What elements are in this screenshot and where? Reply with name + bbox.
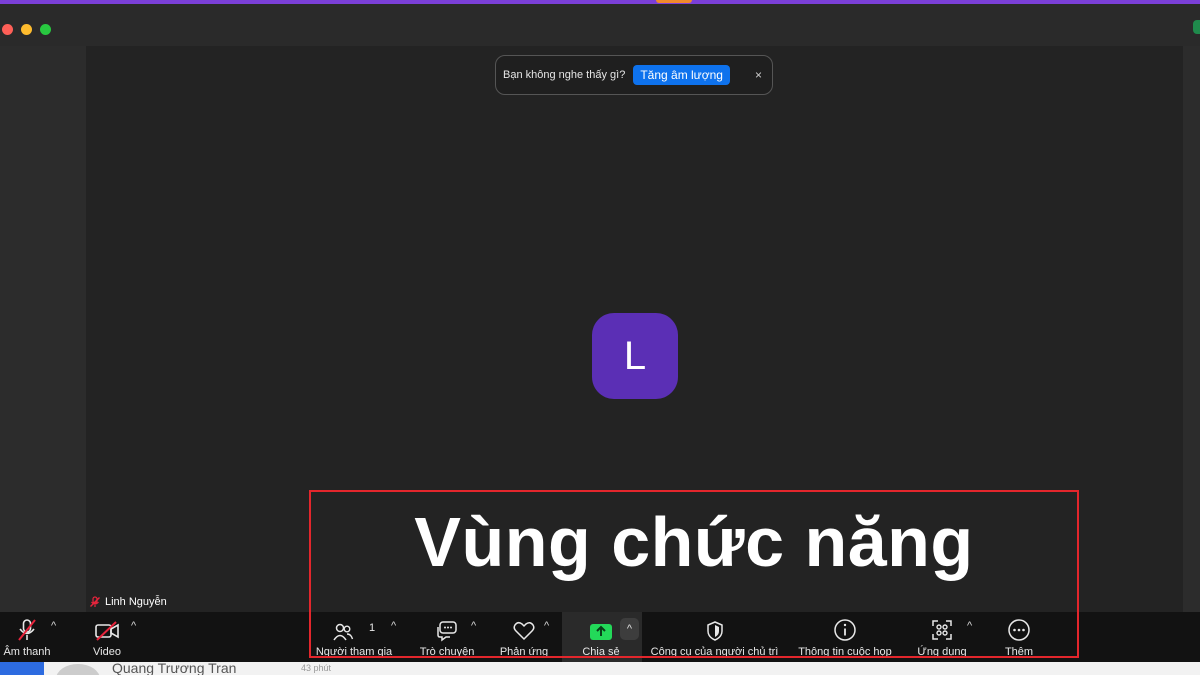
audio-options-caret[interactable]: ^: [51, 620, 56, 632]
maximize-window-button[interactable]: [40, 24, 51, 35]
host-tools-button[interactable]: Công cụ của người chủ trì: [648, 612, 781, 662]
apps-button[interactable]: Ứng dụng: [916, 612, 968, 662]
chat-button[interactable]: Trò chuyện: [418, 612, 476, 662]
close-window-button[interactable]: [2, 24, 13, 35]
reactions-options-caret[interactable]: ^: [544, 620, 549, 632]
host-tools-label: Công cụ của người chủ trì: [650, 646, 779, 658]
minimize-window-button[interactable]: [21, 24, 32, 35]
participant-name-tag: Linh Nguyễn: [89, 596, 167, 608]
share-label: Chia sẻ: [582, 646, 620, 658]
meeting-info-button[interactable]: Thông tin cuộc họp: [795, 612, 895, 662]
reactions-button[interactable]: Phản ứng: [498, 612, 550, 662]
participants-icon: [333, 623, 354, 641]
right-gutter: [1183, 46, 1200, 612]
more-label: Thêm: [1004, 646, 1034, 658]
muted-mic-icon: [90, 596, 100, 607]
increase-volume-button[interactable]: Tăng âm lượng: [633, 65, 730, 85]
audio-notice: Bạn không nghe thấy gì? Tăng âm lượng ×: [495, 55, 773, 95]
background-app-name: Quang Trương Tran: [112, 662, 237, 675]
share-button[interactable]: Chia sẻ: [575, 612, 627, 662]
apps-label: Ứng dụng: [917, 646, 967, 658]
background-app-blue-strip: [0, 662, 44, 675]
heart-icon: [513, 621, 535, 641]
background-app-avatar: [56, 664, 100, 675]
participant-avatar: L: [592, 313, 678, 399]
reactions-label: Phản ứng: [499, 646, 549, 658]
top-accent-notch: [656, 0, 692, 3]
video-off-icon: [95, 621, 119, 641]
security-shield-icon[interactable]: [1193, 20, 1200, 34]
meeting-info-label: Thông tin cuộc họp: [798, 646, 892, 658]
video-label: Video: [93, 646, 121, 658]
share-options-caret[interactable]: ^: [620, 618, 639, 640]
participants-options-caret[interactable]: ^: [391, 620, 396, 632]
left-gutter: [0, 46, 86, 612]
chat-label: Trò chuyện: [419, 646, 475, 658]
audio-label: Âm thanh: [3, 646, 51, 658]
participants-button[interactable]: Người tham gia: [314, 612, 394, 662]
chat-options-caret[interactable]: ^: [471, 620, 476, 632]
participants-label: Người tham gia: [315, 646, 393, 658]
share-screen-icon: [590, 624, 612, 640]
meeting-toolbar: Âm thanh ^ Video ^ Người tham gia 1 ^ Tr…: [0, 612, 1200, 662]
close-icon[interactable]: ×: [755, 68, 762, 82]
more-button[interactable]: Thêm: [996, 612, 1042, 662]
info-icon: [834, 619, 856, 641]
window-titlebar: [0, 4, 1200, 46]
audio-notice-text: Bạn không nghe thấy gì?: [503, 69, 626, 81]
background-app-time: 43 phút: [301, 663, 332, 673]
participants-count: 1: [369, 622, 376, 634]
muted-mic-icon: [18, 619, 36, 641]
video-button[interactable]: Video: [86, 612, 128, 662]
apps-icon: [932, 620, 952, 640]
more-icon: [1008, 619, 1030, 641]
participant-name: Linh Nguyễn: [105, 596, 167, 608]
audio-button[interactable]: Âm thanh: [0, 612, 54, 662]
chat-icon: [437, 621, 457, 642]
video-options-caret[interactable]: ^: [131, 620, 136, 632]
shield-icon: [706, 621, 723, 641]
background-app-peek: Quang Trương Tran 43 phút: [0, 662, 1200, 675]
apps-options-caret[interactable]: ^: [967, 620, 972, 632]
